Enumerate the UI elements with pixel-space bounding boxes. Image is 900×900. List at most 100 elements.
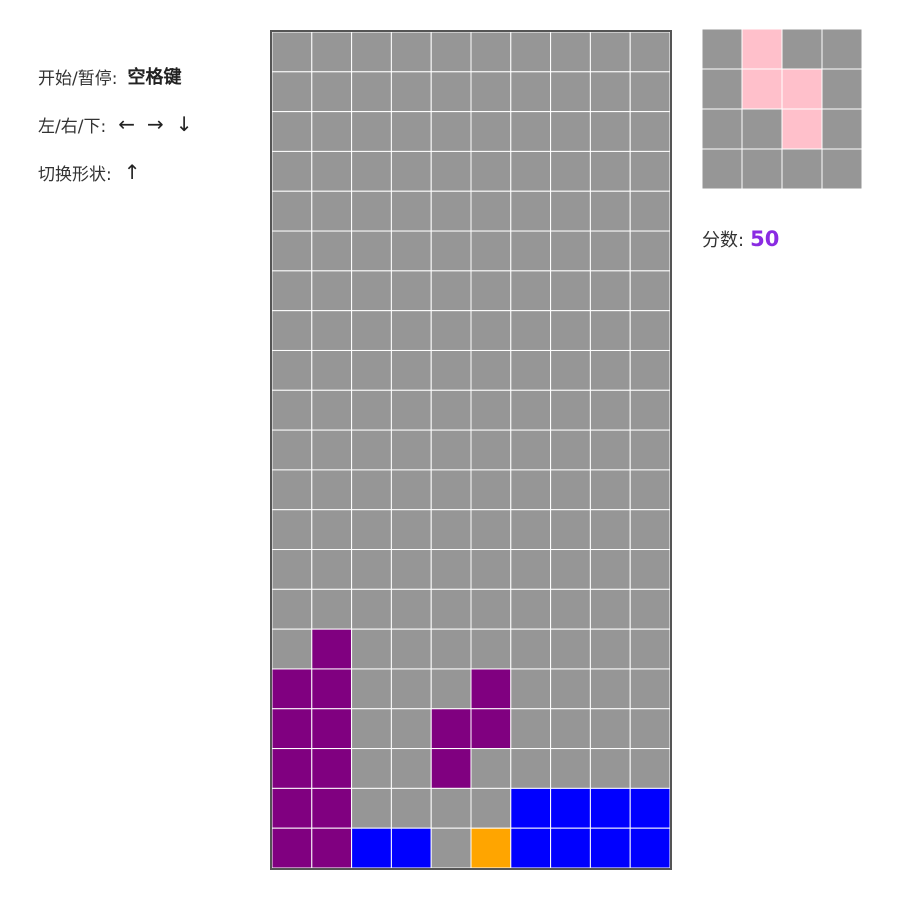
empty-cell bbox=[550, 310, 591, 351]
empty-cell bbox=[629, 310, 670, 351]
purple-block bbox=[470, 668, 512, 710]
empty-cell bbox=[351, 71, 392, 113]
empty-cell bbox=[272, 469, 313, 511]
empty-cell bbox=[629, 389, 670, 431]
empty-cell bbox=[351, 349, 392, 391]
empty-cell bbox=[430, 349, 472, 391]
empty-cell bbox=[550, 628, 591, 670]
empty-cell bbox=[430, 509, 472, 551]
empty-cell bbox=[390, 190, 432, 232]
score-value: 50 bbox=[750, 227, 780, 251]
empty-cell bbox=[311, 190, 353, 232]
blue-block bbox=[629, 827, 670, 868]
empty-cell bbox=[311, 32, 353, 73]
orange-block bbox=[470, 827, 512, 868]
empty-cell bbox=[351, 111, 392, 152]
empty-cell bbox=[272, 389, 313, 431]
empty-cell bbox=[629, 190, 670, 232]
pink-block bbox=[741, 68, 783, 110]
purple-block bbox=[311, 827, 353, 868]
empty-cell bbox=[629, 349, 670, 391]
empty-cell bbox=[781, 29, 823, 70]
score-display: 分数: 50 bbox=[702, 226, 779, 252]
empty-cell bbox=[550, 748, 591, 789]
empty-cell bbox=[629, 150, 670, 192]
game-board-grid bbox=[272, 32, 670, 868]
empty-cell bbox=[510, 150, 552, 192]
empty-cell bbox=[510, 469, 552, 511]
purple-block bbox=[470, 708, 512, 750]
empty-cell bbox=[390, 787, 432, 829]
empty-cell bbox=[550, 270, 591, 312]
empty-cell bbox=[629, 469, 670, 511]
empty-cell bbox=[470, 469, 512, 511]
purple-block bbox=[311, 708, 353, 750]
empty-cell bbox=[510, 668, 552, 710]
blue-block bbox=[629, 787, 670, 829]
empty-cell bbox=[430, 32, 472, 73]
empty-cell bbox=[390, 150, 432, 192]
empty-cell bbox=[589, 150, 631, 192]
empty-cell bbox=[589, 111, 631, 152]
pink-block bbox=[781, 68, 823, 110]
up-arrow-icon: ↑ bbox=[123, 160, 141, 184]
empty-cell bbox=[510, 389, 552, 431]
purple-block bbox=[311, 748, 353, 789]
empty-cell bbox=[821, 68, 862, 110]
empty-cell bbox=[351, 628, 392, 670]
empty-cell bbox=[272, 349, 313, 391]
blue-block bbox=[550, 787, 591, 829]
empty-cell bbox=[470, 270, 512, 312]
empty-cell bbox=[272, 310, 313, 351]
empty-cell bbox=[629, 32, 670, 73]
blue-block bbox=[351, 827, 392, 868]
empty-cell bbox=[550, 549, 591, 590]
empty-cell bbox=[390, 111, 432, 152]
empty-cell bbox=[550, 429, 591, 471]
empty-cell bbox=[470, 349, 512, 391]
empty-cell bbox=[470, 588, 512, 630]
empty-cell bbox=[702, 68, 743, 110]
empty-cell bbox=[629, 588, 670, 630]
empty-cell bbox=[821, 29, 862, 70]
empty-cell bbox=[510, 509, 552, 551]
empty-cell bbox=[390, 389, 432, 431]
blue-block bbox=[510, 787, 552, 829]
right-arrow-icon: → bbox=[146, 112, 164, 136]
empty-cell bbox=[702, 108, 743, 150]
empty-cell bbox=[390, 310, 432, 351]
empty-cell bbox=[550, 71, 591, 113]
empty-cell bbox=[629, 748, 670, 789]
empty-cell bbox=[510, 270, 552, 312]
empty-cell bbox=[311, 588, 353, 630]
empty-cell bbox=[390, 349, 432, 391]
empty-cell bbox=[272, 549, 313, 590]
empty-cell bbox=[550, 190, 591, 232]
empty-cell bbox=[430, 549, 472, 590]
empty-cell bbox=[629, 668, 670, 710]
empty-cell bbox=[311, 469, 353, 511]
purple-block bbox=[430, 708, 472, 750]
empty-cell bbox=[272, 270, 313, 312]
empty-cell bbox=[589, 71, 631, 113]
empty-cell bbox=[510, 708, 552, 750]
empty-cell bbox=[741, 148, 783, 189]
empty-cell bbox=[629, 429, 670, 471]
empty-cell bbox=[589, 429, 631, 471]
score-label: 分数: bbox=[702, 230, 745, 251]
empty-cell bbox=[311, 150, 353, 192]
empty-cell bbox=[351, 389, 392, 431]
next-piece-preview bbox=[702, 29, 862, 189]
empty-cell bbox=[390, 71, 432, 113]
empty-cell bbox=[821, 148, 862, 189]
empty-cell bbox=[741, 108, 783, 150]
empty-cell bbox=[510, 71, 552, 113]
empty-cell bbox=[550, 349, 591, 391]
purple-block bbox=[311, 628, 353, 670]
empty-cell bbox=[629, 549, 670, 590]
empty-cell bbox=[272, 32, 313, 73]
game-board[interactable] bbox=[270, 30, 672, 870]
purple-block bbox=[311, 787, 353, 829]
empty-cell bbox=[430, 668, 472, 710]
empty-cell bbox=[430, 190, 472, 232]
